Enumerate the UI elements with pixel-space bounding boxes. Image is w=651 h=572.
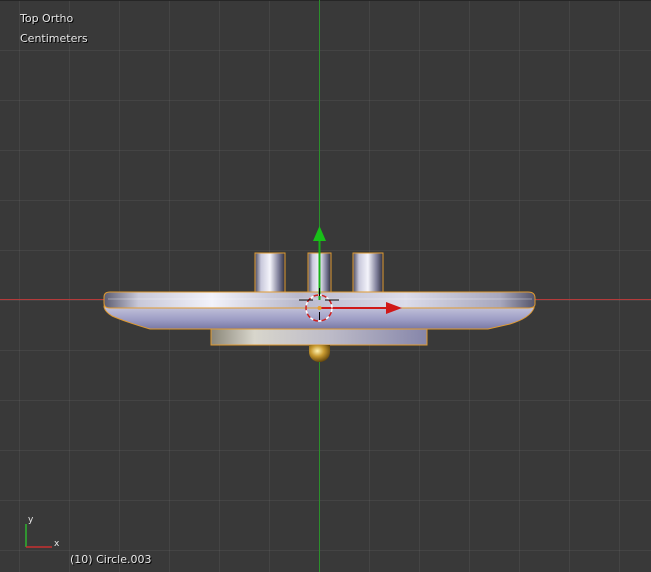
axis-orientation-icon: y x — [25, 515, 60, 549]
view-name-label: Top Ortho — [20, 12, 74, 25]
unit-system-label: Centimeters — [20, 32, 88, 45]
smokestack-right[interactable] — [352, 252, 384, 294]
axis-icon-x-label: x — [54, 539, 60, 549]
manipulator-y-arrow[interactable] — [313, 226, 326, 241]
gold-rudder[interactable] — [309, 345, 330, 362]
3d-viewport[interactable]: y x Top Ortho Centimeters (10) Circle.00… — [0, 0, 651, 572]
axis-icon-y-label: y — [28, 515, 34, 525]
object-origin-dot — [317, 306, 322, 310]
viewport-scene[interactable]: y x — [0, 0, 651, 572]
active-object-label: (10) Circle.003 — [70, 553, 152, 566]
smokestack-left[interactable] — [254, 252, 286, 294]
base-plate[interactable] — [210, 328, 428, 346]
